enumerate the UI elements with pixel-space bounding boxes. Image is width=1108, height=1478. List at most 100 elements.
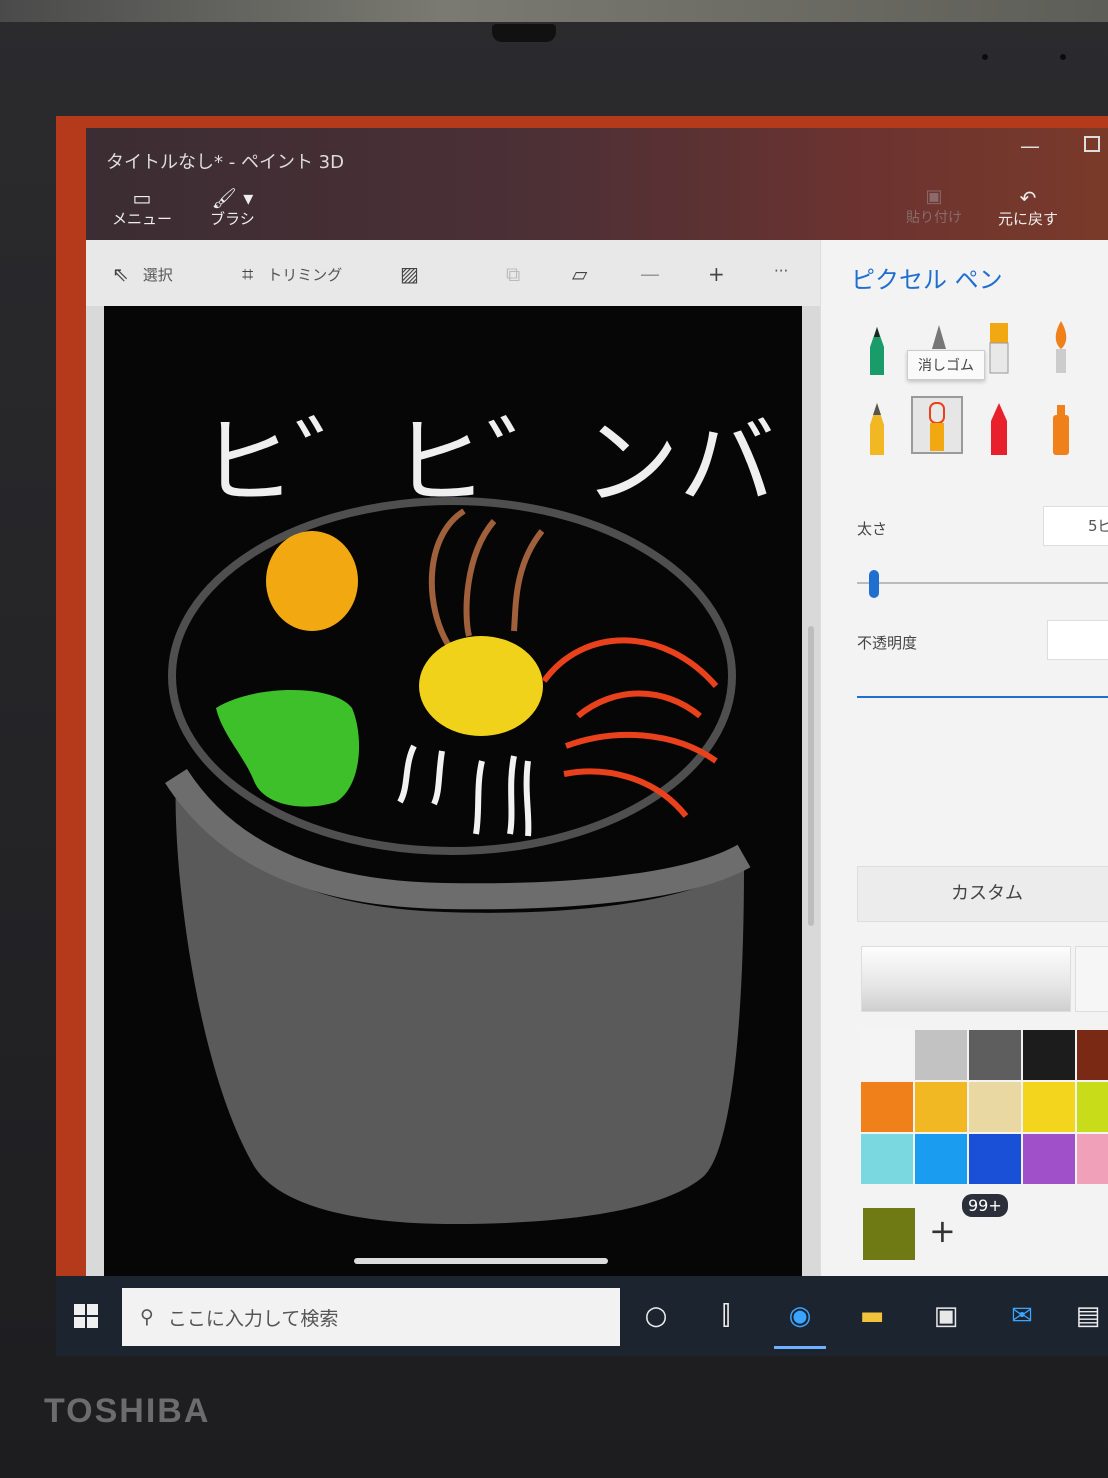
magic-select-tool[interactable]: ▨ (400, 262, 419, 286)
background-top (0, 0, 1108, 22)
brush-panel: ピクセル ペン 消しゴム 太さ 5ピ 不透明度 カスタム + (820, 240, 1108, 1276)
select-tool[interactable]: ⇖ 選択 (112, 262, 173, 286)
thickness-slider-track[interactable] (857, 582, 1108, 584)
pencil-icon (870, 403, 884, 455)
zoom-out-button[interactable]: — (640, 262, 660, 286)
color-swatch[interactable] (969, 1082, 1021, 1132)
color-swatch[interactable] (1077, 1082, 1108, 1132)
cortana-button[interactable]: ○ (636, 1296, 676, 1336)
color-swatch[interactable] (969, 1030, 1021, 1080)
cursor-icon: ⇖ (112, 262, 129, 286)
vertical-scrollbar[interactable] (808, 626, 814, 926)
color-swatch[interactable] (861, 1134, 913, 1184)
search-placeholder: ここに入力して検索 (167, 1307, 339, 1330)
color-swatch[interactable] (1023, 1134, 1075, 1184)
store-icon: ▣ (933, 1301, 959, 1331)
color-swatch[interactable] (1077, 1134, 1108, 1184)
maximize-button[interactable] (1084, 136, 1100, 152)
minimize-button[interactable]: — (1020, 134, 1040, 158)
paste-icon: ▣ (925, 186, 943, 207)
color-swatch[interactable] (915, 1134, 967, 1184)
windows-taskbar: ⚲ ここに入力して検索 ○ ⫿ ◉ ▬ ▣ ✉ ▤ (56, 1276, 1108, 1356)
crop-icon: ⌗ (242, 262, 254, 286)
windows-logo-icon (74, 1317, 85, 1328)
copy-icon: ⧉ (506, 262, 521, 286)
title-bar: タイトルなし* - ペイント 3D ▭ メニュー 🖌 ▾ ブラシ ▣ 貼り付け … (86, 128, 1108, 240)
spray-can-icon (1053, 405, 1069, 455)
color-swatch[interactable] (1077, 1030, 1108, 1080)
color-swatch[interactable] (1023, 1082, 1075, 1132)
eraser-tooltip: 消しゴム (907, 350, 985, 380)
eraser-brush[interactable] (911, 396, 963, 454)
secondary-color-swatch[interactable] (1075, 946, 1108, 1012)
more-button[interactable]: ··· (774, 262, 788, 280)
chat-button[interactable]: ▤ (1068, 1296, 1108, 1336)
mail-button[interactable]: ✉ (1002, 1296, 1042, 1336)
file-explorer-button[interactable]: ▬ (852, 1296, 892, 1336)
circle-icon: ○ (644, 1301, 668, 1331)
edge-button[interactable]: ◉ (774, 1296, 826, 1349)
webcam-notch (492, 24, 556, 42)
crayon-brush[interactable] (973, 398, 1025, 456)
color-palette (861, 1030, 1108, 1184)
crop-label: トリミング (267, 265, 343, 284)
crop-tool[interactable]: ⌗ トリミング (242, 262, 342, 286)
drawn-title: ヒ゛ヒ゛ンバ (199, 407, 775, 519)
current-color-swatch[interactable] (861, 946, 1071, 1012)
mail-icon: ✉ (1011, 1301, 1033, 1331)
orange-topping (266, 531, 358, 631)
zoom-in-button[interactable]: + (708, 262, 725, 286)
opacity-input[interactable] (1047, 620, 1108, 660)
store-button[interactable]: ▣ (926, 1296, 966, 1336)
sensor-dot (1060, 54, 1066, 60)
paste-button[interactable]: ▣ 貼り付け (906, 186, 962, 227)
spray-brush[interactable] (1035, 398, 1087, 456)
flag-tool[interactable]: ▱ (572, 262, 587, 286)
flag-icon: ▱ (572, 262, 588, 286)
windows-logo-icon (74, 1304, 85, 1315)
badge-count: 99+ (962, 1194, 1008, 1217)
eraser-icon (929, 402, 945, 451)
menu-icon: ▭ (132, 186, 152, 210)
task-view-icon: ⫿ (721, 1300, 731, 1331)
sensor-dot (982, 54, 988, 60)
color-swatch[interactable] (915, 1030, 967, 1080)
windows-logo-icon (87, 1304, 98, 1315)
brush-tab-button[interactable]: 🖌 ▾ ブラシ (210, 186, 255, 229)
more-label: ··· (774, 262, 789, 280)
color-swatch[interactable] (915, 1082, 967, 1132)
oil-brush-icon (989, 323, 1009, 374)
undo-button[interactable]: ↶ 元に戻す (998, 186, 1058, 229)
color-swatch[interactable] (861, 1082, 913, 1132)
minus-icon: — (640, 262, 660, 286)
search-icon: ⚲ (140, 1306, 154, 1328)
select-label: 選択 (142, 265, 173, 284)
custom-color-swatch[interactable] (863, 1208, 915, 1260)
color-swatch[interactable] (861, 1030, 913, 1080)
folder-icon: ▬ (859, 1301, 885, 1331)
color-swatch[interactable] (969, 1134, 1021, 1184)
taskbar-search[interactable]: ⚲ ここに入力して検索 (122, 1288, 620, 1346)
brush-icon: 🖌 ▾ (211, 186, 254, 210)
thickness-slider-thumb[interactable] (869, 570, 879, 598)
chat-icon: ▤ (1075, 1301, 1101, 1331)
crayon-icon (991, 403, 1007, 455)
start-button[interactable] (74, 1304, 98, 1328)
menu-label: メニュー (112, 210, 173, 228)
edge-icon: ◉ (788, 1301, 812, 1331)
custom-color-button[interactable]: カスタム (857, 866, 1108, 922)
plus-icon: + (708, 262, 725, 286)
drawing-canvas[interactable]: ヒ゛ヒ゛ンバ (104, 306, 802, 1276)
task-view-button[interactable]: ⫿ (706, 1296, 746, 1336)
opacity-slider[interactable] (857, 696, 1108, 698)
copy-tool[interactable]: ⧉ (506, 262, 520, 286)
marker-icon (870, 327, 884, 375)
horizontal-scrollbar[interactable] (354, 1258, 608, 1264)
pencil-brush[interactable] (851, 398, 903, 456)
thickness-input[interactable]: 5ピ (1043, 506, 1108, 546)
color-swatch[interactable] (1023, 1030, 1075, 1080)
menu-button[interactable]: ▭ メニュー (112, 186, 172, 229)
add-color-button[interactable]: + (929, 1212, 956, 1250)
watercolor-brush[interactable] (1035, 318, 1087, 376)
marker-brush[interactable] (851, 318, 903, 376)
